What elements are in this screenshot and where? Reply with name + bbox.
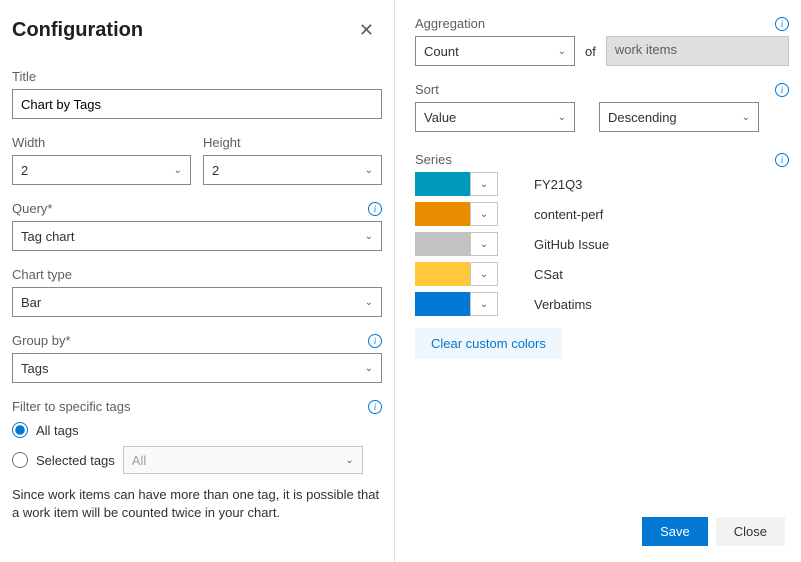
- of-label: of: [585, 44, 596, 59]
- all-tags-radio[interactable]: [12, 422, 28, 438]
- sort-by-value: Value: [424, 110, 456, 125]
- filter-label: Filter to specific tags: [12, 399, 131, 414]
- aggregation-target: work items: [606, 36, 789, 66]
- height-select[interactable]: 2 ⌄: [203, 155, 382, 185]
- chevron-down-icon: ⌄: [742, 112, 750, 123]
- selected-tags-value: All: [132, 453, 146, 468]
- chevron-down-icon: ⌄: [365, 165, 373, 176]
- chevron-down-icon: ⌄: [345, 455, 353, 466]
- chevron-down-icon: ⌄: [480, 299, 488, 310]
- width-select[interactable]: 2 ⌄: [12, 155, 191, 185]
- chevron-down-icon: ⌄: [558, 112, 566, 123]
- chevron-down-icon: ⌄: [365, 363, 373, 374]
- query-value: Tag chart: [21, 229, 74, 244]
- selected-tags-radio[interactable]: [12, 452, 28, 468]
- chevron-down-icon: ⌄: [480, 209, 488, 220]
- color-picker-button[interactable]: ⌄: [470, 262, 498, 286]
- group-by-label: Group by*: [12, 333, 71, 348]
- series-name: FY21Q3: [534, 177, 582, 192]
- series-row: ⌄ content-perf: [415, 202, 789, 226]
- series-label: Series: [415, 152, 452, 167]
- sort-dir-value: Descending: [608, 110, 677, 125]
- chevron-down-icon: ⌄: [480, 239, 488, 250]
- aggregation-select[interactable]: Count ⌄: [415, 36, 575, 66]
- color-swatch: [415, 292, 470, 316]
- color-swatch: [415, 202, 470, 226]
- aggregation-label: Aggregation: [415, 16, 485, 31]
- query-select[interactable]: Tag chart ⌄: [12, 221, 382, 251]
- all-tags-label: All tags: [36, 423, 79, 438]
- series-row: ⌄ Verbatims: [415, 292, 789, 316]
- sort-dir-select[interactable]: Descending ⌄: [599, 102, 759, 132]
- series-row: ⌄ GitHub Issue: [415, 232, 789, 256]
- series-name: Verbatims: [534, 297, 592, 312]
- color-swatch: [415, 262, 470, 286]
- group-by-value: Tags: [21, 361, 48, 376]
- aggregation-value: Count: [424, 44, 459, 59]
- chevron-down-icon: ⌄: [480, 179, 488, 190]
- color-swatch: [415, 232, 470, 256]
- clear-colors-button[interactable]: Clear custom colors: [415, 328, 562, 359]
- save-button[interactable]: Save: [642, 517, 708, 546]
- height-label: Height: [203, 135, 382, 150]
- chevron-down-icon: ⌄: [480, 269, 488, 280]
- title-input[interactable]: [12, 89, 382, 119]
- width-label: Width: [12, 135, 191, 150]
- filter-note: Since work items can have more than one …: [12, 486, 382, 522]
- sort-label: Sort: [415, 82, 439, 97]
- info-icon[interactable]: i: [775, 17, 789, 31]
- color-picker-button[interactable]: ⌄: [470, 172, 498, 196]
- chart-type-value: Bar: [21, 295, 41, 310]
- close-button[interactable]: Close: [716, 517, 785, 546]
- chevron-down-icon: ⌄: [174, 165, 182, 176]
- group-by-select[interactable]: Tags ⌄: [12, 353, 382, 383]
- chart-type-select[interactable]: Bar ⌄: [12, 287, 382, 317]
- series-row: ⌄ FY21Q3: [415, 172, 789, 196]
- color-picker-button[interactable]: ⌄: [470, 292, 498, 316]
- config-title: Configuration: [12, 19, 143, 42]
- height-value: 2: [212, 163, 219, 178]
- series-list: ⌄ FY21Q3 ⌄ content-perf ⌄ GitHub Issue ⌄ CSat ⌄ V…: [415, 172, 789, 316]
- close-icon[interactable]: ✕: [351, 16, 382, 45]
- series-name: content-perf: [534, 207, 603, 222]
- chevron-down-icon: ⌄: [365, 231, 373, 242]
- color-picker-button[interactable]: ⌄: [470, 232, 498, 256]
- series-row: ⌄ CSat: [415, 262, 789, 286]
- info-icon[interactable]: i: [368, 202, 382, 216]
- sort-by-select[interactable]: Value ⌄: [415, 102, 575, 132]
- query-label: Query*: [12, 201, 52, 216]
- chevron-down-icon: ⌄: [558, 46, 566, 57]
- color-swatch: [415, 172, 470, 196]
- width-value: 2: [21, 163, 28, 178]
- chart-type-label: Chart type: [12, 267, 382, 282]
- series-name: GitHub Issue: [534, 237, 609, 252]
- title-label: Title: [12, 69, 382, 84]
- info-icon[interactable]: i: [368, 400, 382, 414]
- info-icon[interactable]: i: [775, 83, 789, 97]
- selected-tags-label: Selected tags: [36, 453, 115, 468]
- selected-tags-select: All ⌄: [123, 446, 363, 474]
- chevron-down-icon: ⌄: [365, 297, 373, 308]
- color-picker-button[interactable]: ⌄: [470, 202, 498, 226]
- info-icon[interactable]: i: [368, 334, 382, 348]
- info-icon[interactable]: i: [775, 153, 789, 167]
- series-name: CSat: [534, 267, 563, 282]
